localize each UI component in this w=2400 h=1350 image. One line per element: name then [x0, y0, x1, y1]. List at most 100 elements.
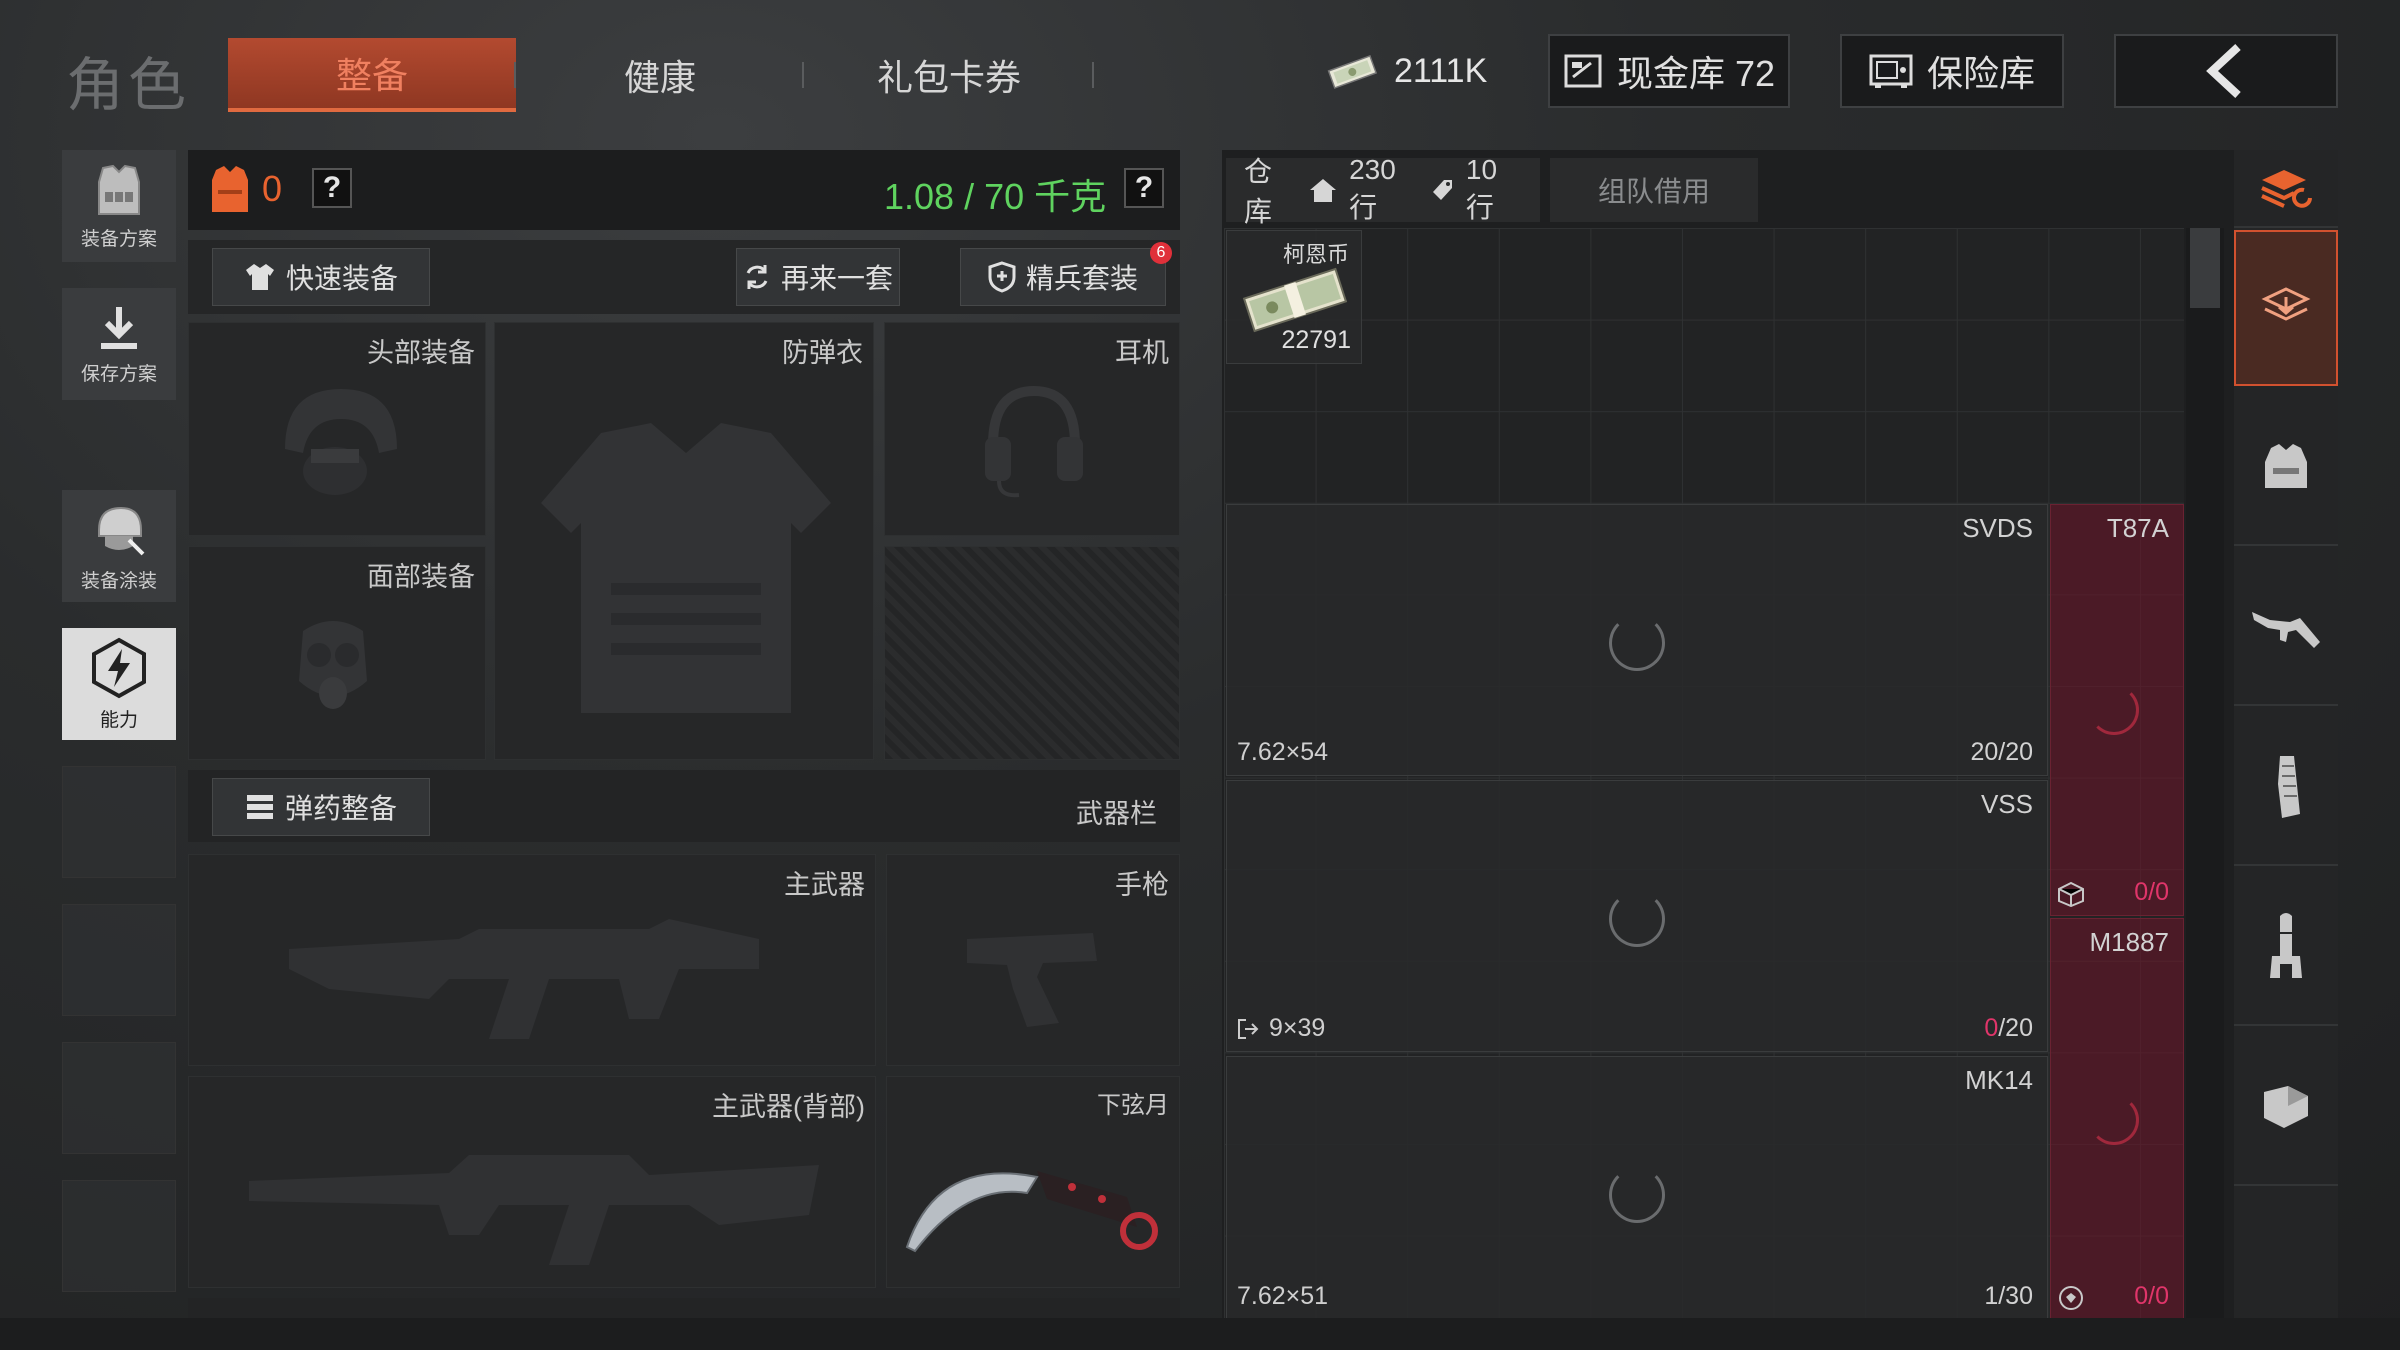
item-name: M1887	[2089, 927, 2170, 957]
sidebar-item-loadout[interactable]: 装备方案	[62, 150, 176, 262]
carry-weight: 1.08 / 70 千克	[884, 176, 1107, 217]
warehouse-tab[interactable]: 仓库 230行 10行	[1226, 154, 1540, 227]
rail-accessories[interactable]	[2234, 1030, 2338, 1186]
next-row-strip	[188, 1298, 1180, 1318]
item-caliber: 7.62×51	[1237, 1282, 1329, 1310]
tag-icon	[1432, 178, 1454, 202]
melee-slot[interactable]: 下弦月	[886, 1076, 1180, 1288]
item-ammo: 0/20	[1984, 1014, 2033, 1043]
help-icon[interactable]: ?	[312, 168, 352, 208]
crate-icon	[2057, 881, 2085, 907]
tab-equip[interactable]: 整备	[228, 38, 516, 112]
body-armor-slot[interactable]: 防弹衣	[494, 322, 874, 760]
item-ammo: 20/20	[1970, 738, 2033, 766]
loading-icon	[2089, 685, 2139, 735]
rifle-icon	[2250, 602, 2322, 652]
back-button[interactable]	[2114, 34, 2338, 108]
weapon-item-m1887[interactable]: M1887 0/0	[2050, 918, 2184, 1320]
ammo-list-icon	[245, 793, 275, 821]
rail-ammo[interactable]	[2234, 870, 2338, 1026]
exit-arrow-icon	[1237, 1018, 1259, 1040]
item-ammo: 0/0	[2134, 1282, 2169, 1311]
karambit-knife-icon	[897, 1127, 1177, 1267]
helmet-paint-icon	[89, 500, 149, 560]
vault-icon	[1563, 51, 1603, 91]
slot-label: 耳机	[1115, 338, 1169, 368]
cash-vault-button[interactable]: 现金库 72	[1548, 34, 1790, 108]
loading-icon	[2089, 1095, 2139, 1145]
download-icon	[95, 303, 143, 353]
primary-weapon-slot[interactable]: 主武器	[188, 854, 876, 1066]
rail-sort-button[interactable]	[2234, 150, 2338, 228]
headset-slot[interactable]: 耳机	[884, 322, 1180, 536]
sidebar-empty-slot	[62, 1042, 176, 1154]
sidebar-item-label: 能力	[99, 709, 138, 731]
item-caliber: 9×39	[1269, 1014, 1326, 1042]
cash-bundle-icon	[1237, 265, 1353, 335]
currency-amount: 2111K	[1394, 51, 1488, 90]
armor-plate-icon	[2258, 1082, 2314, 1132]
sidebar-empty-slot	[62, 1180, 176, 1292]
tab-divider	[1092, 62, 1094, 88]
shield-icon	[988, 261, 1016, 293]
refresh-icon	[743, 263, 771, 291]
tab-divider	[802, 62, 804, 88]
ammo-total: /20	[1998, 1014, 2033, 1042]
item-name: MK14	[1965, 1065, 2033, 1095]
vest-icon	[531, 423, 841, 723]
rail-weapons[interactable]	[2234, 550, 2338, 706]
chevron-left-icon	[2202, 43, 2250, 99]
slot-label: 手枪	[1115, 870, 1169, 900]
gas-mask-icon	[283, 611, 383, 721]
sidebar-item-save-plan[interactable]: 保存方案	[62, 288, 176, 400]
rail-magazines[interactable]	[2234, 710, 2338, 866]
loading-icon	[1609, 1167, 1665, 1223]
slot-label: 主武器	[784, 870, 865, 900]
ammo-current: 0	[1984, 1014, 1999, 1042]
rail-armor[interactable]	[2234, 390, 2338, 546]
elite-set-label: 精兵套装	[1025, 263, 1138, 294]
tag-rows: 10行	[1465, 154, 1498, 223]
sidebar-item-ability[interactable]: 能力	[62, 628, 176, 740]
stash-scrollbar[interactable]	[2190, 228, 2220, 308]
slot-label: 面部装备	[367, 562, 475, 592]
safe-button[interactable]: 保险库	[1840, 34, 2064, 108]
weapon-item-mk14[interactable]: MK14 7.62×51 1/30	[1226, 1056, 2048, 1320]
team-borrow-tab[interactable]: 组队借用	[1550, 158, 1758, 222]
weapon-item-svds[interactable]: SVDS 7.62×54 20/20	[1226, 504, 2048, 776]
back-weapon-slot[interactable]: 主武器(背部)	[188, 1076, 876, 1288]
sidebar-item-paint[interactable]: 装备涂装	[62, 490, 176, 602]
face-gear-slot[interactable]: 面部装备	[188, 546, 486, 760]
weight-help-icon[interactable]: ?	[1124, 168, 1164, 208]
tab-health[interactable]: 健康	[548, 38, 772, 112]
sidebar-item-label: 装备方案	[80, 228, 157, 250]
ammo-total: /0	[2148, 878, 2169, 906]
stash-scroll-track[interactable]	[2186, 228, 2224, 1320]
weapon-item-vss[interactable]: VSS 9×39 0/20	[1226, 780, 2048, 1052]
armor-count: 0	[262, 168, 283, 209]
vest-loadout-icon	[89, 162, 149, 218]
headset-icon	[979, 381, 1089, 501]
coin-item[interactable]: 柯恩币 22791	[1226, 230, 1362, 364]
tab-gift-coupons[interactable]: 礼包卡券	[826, 38, 1072, 112]
ammo-prep-button[interactable]: 弹药整备	[212, 778, 430, 836]
item-ammo: 1/30	[1984, 1282, 2033, 1310]
quick-equip-button[interactable]: 快速装备	[212, 248, 430, 306]
notification-badge: 6	[1150, 242, 1172, 264]
another-set-button[interactable]: 再来一套	[736, 248, 900, 306]
rail-all-items[interactable]	[2234, 230, 2338, 386]
stack-refresh-icon	[2258, 166, 2314, 210]
elite-set-button[interactable]: 精兵套装	[960, 248, 1166, 306]
loading-icon	[1609, 615, 1665, 671]
pistol-icon	[963, 919, 1103, 1029]
lightning-hexagon-icon	[90, 637, 148, 699]
pistol-slot[interactable]: 手枪	[886, 854, 1180, 1066]
ammo-prep-label: 弹药整备	[284, 793, 397, 824]
head-gear-slot[interactable]: 头部装备	[188, 322, 486, 536]
safe-icon	[1869, 53, 1913, 89]
vest-icon	[2259, 440, 2313, 494]
currency-display[interactable]: 2111K	[1324, 34, 1487, 108]
item-name: SVDS	[1962, 513, 2033, 543]
item-name: T87A	[2106, 513, 2169, 543]
weapon-item-t87a[interactable]: T87A 0/0	[2050, 504, 2184, 916]
